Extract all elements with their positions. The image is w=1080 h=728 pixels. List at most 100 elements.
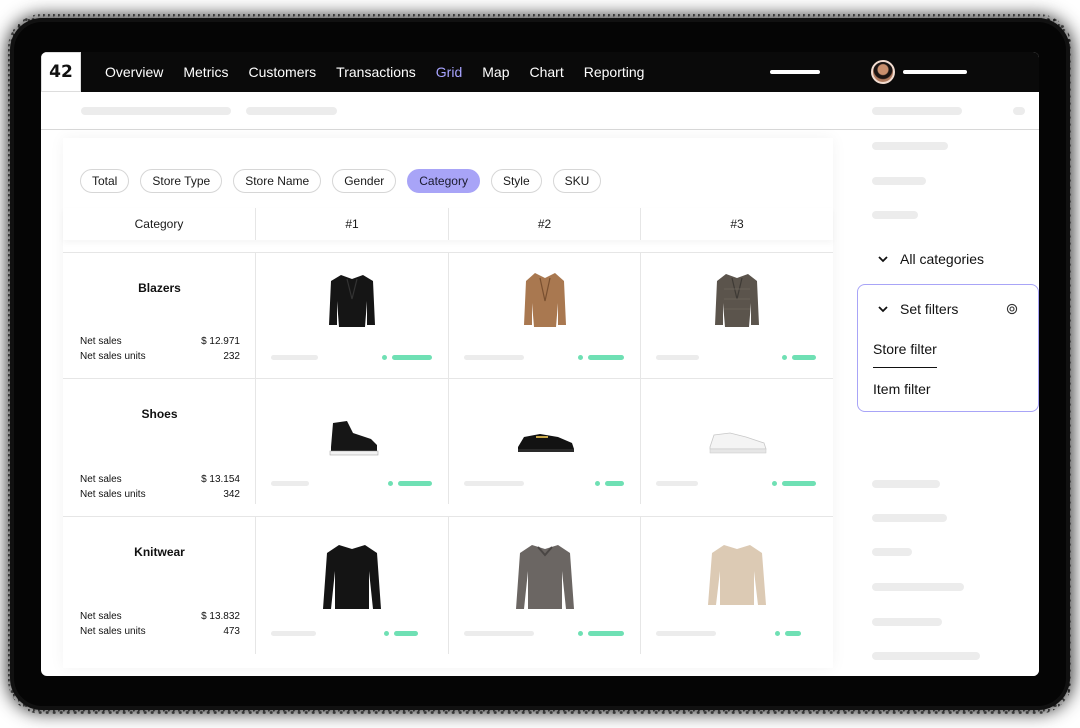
metric-placeholder [271,355,318,360]
column-header-rank-1[interactable]: #1 [256,208,449,240]
metric-placeholder [271,631,316,636]
metric-placeholder [271,481,309,486]
product-cell[interactable] [641,379,833,504]
metric-bar [782,481,816,486]
nav-item-grid[interactable]: Grid [436,64,462,80]
category-cell: Blazers Net sales $ 12.971 Net sales uni… [63,253,256,378]
product-cell[interactable] [256,253,449,378]
sub-header [41,92,1039,130]
sidebar-placeholder [872,583,964,591]
nav-item-metrics[interactable]: Metrics [183,64,228,80]
category-name: Blazers [138,281,181,295]
tweed-blazer-image[interactable] [702,269,772,331]
all-categories-label: All categories [900,251,985,267]
product-cell[interactable] [256,379,449,504]
net-sales-value: $ 12.971 [201,336,240,347]
net-sales-row: Net sales $ 13.154 [80,474,240,485]
metric-bar [785,631,801,636]
black-sweater-image[interactable] [317,541,387,613]
product-cell[interactable] [641,517,833,654]
white-sneaker-image[interactable] [702,407,772,469]
category-name: Knitwear [134,545,185,559]
table-row: Blazers Net sales $ 12.971 Net sales uni… [63,252,833,378]
product-cell[interactable] [256,517,449,654]
grid-panel: Total Store Type Store Name Gender Categ… [63,138,833,668]
main-nav: Overview Metrics Customers Transactions … [105,52,664,92]
metric-dot [595,481,600,486]
metric-bar [792,355,816,360]
chip-category[interactable]: Category [407,169,480,193]
column-header-rank-3[interactable]: #3 [641,208,833,240]
product-cell[interactable] [449,379,641,504]
header-placeholder [1013,107,1025,115]
net-sales-label: Net sales [80,474,122,485]
units-label: Net sales units [80,489,146,500]
settings-icon[interactable] [1006,303,1018,315]
metric-bar [392,355,432,360]
metric-placeholder [464,481,524,486]
net-sales-value: $ 13.832 [201,611,240,622]
nav-item-customers[interactable]: Customers [248,64,316,80]
top-nav-bar: 42 Overview Metrics Customers Transactio… [41,52,1039,92]
app-logo[interactable]: 42 [41,52,81,92]
metric-bar [394,631,418,636]
user-avatar[interactable] [871,60,895,84]
nav-item-reporting[interactable]: Reporting [584,64,645,80]
net-sales-label: Net sales [80,336,122,347]
metric-placeholder [656,355,699,360]
metric-placeholder [464,355,524,360]
units-label: Net sales units [80,626,146,637]
column-header-category[interactable]: Category [63,208,256,240]
grid-header: Category #1 #2 #3 [63,208,833,240]
metric-dot [382,355,387,360]
net-sales-row: Net sales $ 12.971 [80,336,240,347]
table-row: Shoes Net sales $ 13.154 Net sales units… [63,378,833,504]
store-filter-option[interactable]: Store filter [873,341,937,368]
set-filters-toggle[interactable]: Set filters [878,301,958,317]
grey-sweater-image[interactable] [510,541,580,613]
sidebar-placeholder [872,618,942,626]
product-cell[interactable] [449,517,641,654]
metric-dot [384,631,389,636]
nav-item-map[interactable]: Map [482,64,509,80]
table-row: Knitwear Net sales $ 13.832 Net sales un… [63,516,833,654]
metric-dot [772,481,777,486]
breadcrumb-placeholder [246,107,337,115]
black-blazer-image[interactable] [317,269,387,331]
product-cell[interactable] [641,253,833,378]
product-cell[interactable] [449,253,641,378]
username-placeholder [903,70,967,74]
black-loafer-image[interactable] [510,407,580,469]
category-cell: Knitwear Net sales $ 13.832 Net sales un… [63,517,256,654]
item-filter-option[interactable]: Item filter [873,381,931,397]
chip-store-name[interactable]: Store Name [233,169,322,193]
metric-dot [578,631,583,636]
sidebar-placeholder [872,142,948,150]
tan-blazer-image[interactable] [510,269,580,331]
metric-placeholder [464,631,534,636]
chevron-down-icon [878,306,888,313]
column-header-rank-2[interactable]: #2 [449,208,641,240]
net-sales-row: Net sales $ 13.832 [80,611,240,622]
sidebar-placeholder [872,548,912,556]
beige-sweater-image[interactable] [702,541,772,613]
nav-item-transactions[interactable]: Transactions [336,64,416,80]
chip-sku[interactable]: SKU [552,169,602,193]
chip-store-type[interactable]: Store Type [140,169,223,193]
sidebar-placeholder [872,652,980,660]
metric-dot [388,481,393,486]
black-hightop-sneaker-image[interactable] [317,407,387,469]
all-categories-toggle[interactable]: All categories [878,251,984,267]
chip-total[interactable]: Total [80,169,130,193]
net-sales-value: $ 13.154 [201,474,240,485]
sidebar-placeholder [872,514,947,522]
dimension-chips: Total Store Type Store Name Gender Categ… [80,169,612,193]
breadcrumb-placeholder [81,107,231,115]
units-label: Net sales units [80,351,146,362]
chip-gender[interactable]: Gender [332,169,397,193]
chip-style[interactable]: Style [490,169,542,193]
topbar-placeholder [770,70,820,74]
metric-bar [605,481,624,486]
nav-item-overview[interactable]: Overview [105,64,163,80]
nav-item-chart[interactable]: Chart [529,64,563,80]
